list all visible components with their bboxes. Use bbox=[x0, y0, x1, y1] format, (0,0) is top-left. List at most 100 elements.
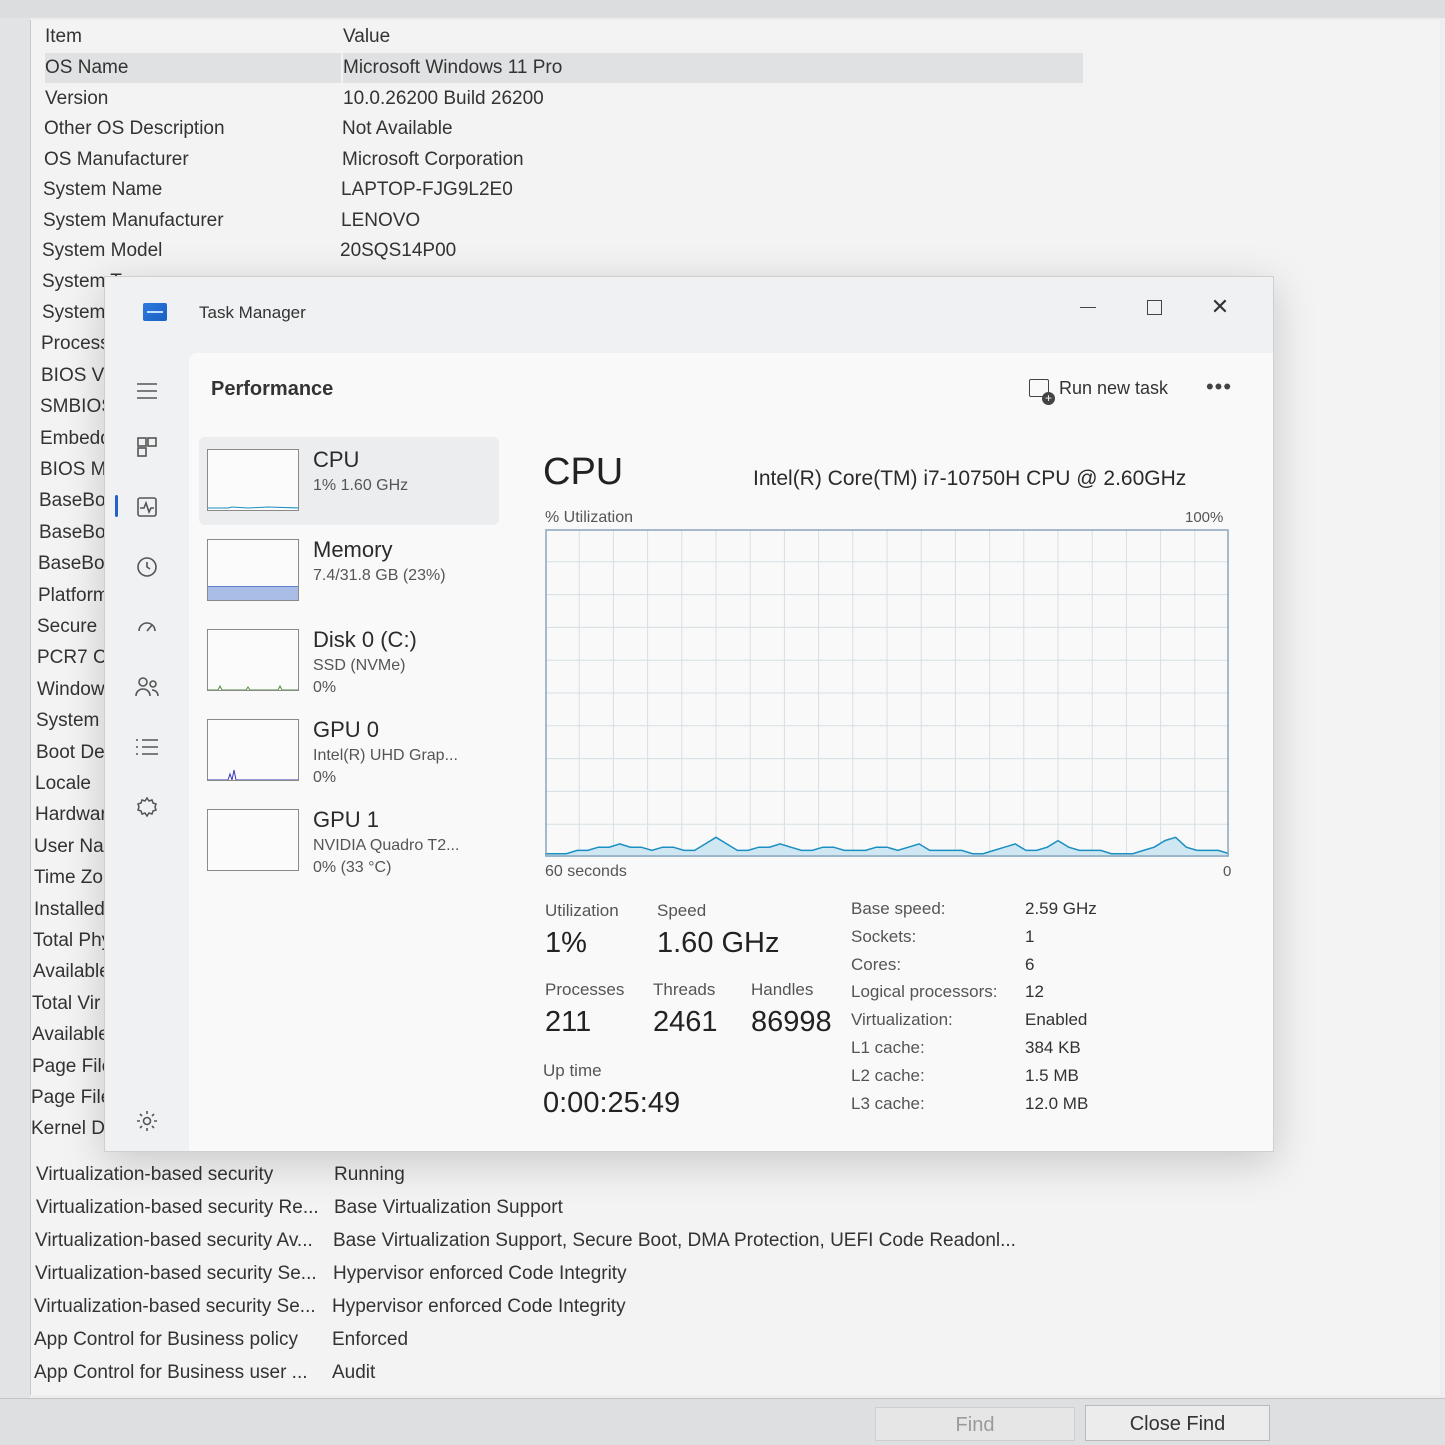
table-row[interactable]: Virtualization-based security Re... Base … bbox=[31, 1193, 1431, 1223]
resource-usage: 1% 1.60 GHz bbox=[313, 477, 409, 494]
column-header-item[interactable]: Item bbox=[45, 22, 341, 52]
close-button[interactable]: ✕ bbox=[1187, 287, 1253, 327]
resource-item-memory[interactable]: Memory 7.4/31.8 GB (23%) bbox=[199, 527, 499, 615]
spec-label: Cores: bbox=[851, 954, 902, 974]
table-row[interactable]: App Control for Business user ... Audit bbox=[31, 1358, 1431, 1388]
window-top-frame bbox=[0, 0, 1445, 18]
row-item: System Manufacturer bbox=[43, 209, 224, 231]
table-row[interactable]: Virtualization-based security Running bbox=[31, 1160, 1431, 1190]
threads-value: 2461 bbox=[653, 1006, 718, 1038]
maximize-icon bbox=[1146, 300, 1162, 316]
services-icon[interactable] bbox=[129, 789, 165, 825]
table-row[interactable]: Version 10.0.26200 Build 26200 bbox=[31, 84, 1431, 114]
maximize-button[interactable] bbox=[1121, 287, 1187, 327]
resource-name: Disk 0 (C:) bbox=[313, 627, 417, 652]
row-item: App Control for Business user ... bbox=[34, 1362, 308, 1383]
spec-value: 384 KB bbox=[1025, 1038, 1081, 1057]
uptime-value: 0:00:25:49 bbox=[543, 1087, 681, 1119]
resource-item-disk[interactable]: Disk 0 (C:) SSD (NVMe) 0% bbox=[199, 617, 499, 705]
users-icon[interactable] bbox=[129, 669, 165, 705]
window-title: Task Manager bbox=[199, 303, 306, 322]
row-value: 10.0.26200 Build 26200 bbox=[343, 87, 544, 109]
row-value: 20SQS14P00 bbox=[340, 240, 457, 261]
spec-label: Virtualization: bbox=[851, 1010, 953, 1030]
column-header-value[interactable]: Value bbox=[343, 22, 1083, 52]
app-history-icon[interactable] bbox=[129, 549, 165, 585]
find-bar: Find Close Find bbox=[0, 1398, 1445, 1445]
resource-item-cpu[interactable]: CPU 1% 1.60 GHz bbox=[199, 437, 499, 525]
cpu-model-name: Intel(R) Core(TM) i7-10750H CPU @ 2.60GH… bbox=[753, 467, 1187, 490]
title-bar[interactable]: Task Manager ✕ bbox=[105, 277, 1273, 351]
table-row[interactable]: Virtualization-based security Av... Base … bbox=[31, 1226, 1431, 1256]
run-task-icon bbox=[1029, 379, 1055, 405]
spec-label: L1 cache: bbox=[851, 1038, 925, 1057]
row-item: System Model bbox=[42, 240, 163, 261]
table-header: Item Value bbox=[31, 22, 1431, 52]
spec-label: L3 cache: bbox=[851, 1093, 925, 1113]
performance-icon[interactable] bbox=[115, 489, 165, 525]
spec-value: 2.59 GHz bbox=[1025, 899, 1097, 918]
table-row[interactable]: OS Manufacturer Microsoft Corporation bbox=[31, 145, 1431, 175]
row-value: Base Virtualization Support, Secure Boot… bbox=[333, 1230, 1016, 1251]
minimize-icon bbox=[1080, 307, 1096, 309]
row-item: Virtualization-based security Se... bbox=[35, 1263, 317, 1284]
startup-apps-icon[interactable] bbox=[129, 609, 165, 645]
speed-value: 1.60 GHz bbox=[657, 927, 780, 959]
more-options-button[interactable]: ••• bbox=[1199, 367, 1239, 407]
graph-grid bbox=[545, 529, 1229, 857]
graph-x-label: 60 seconds bbox=[545, 863, 627, 880]
spec-value: 1 bbox=[1025, 926, 1035, 946]
memory-usage-fill bbox=[208, 586, 298, 600]
resource-item-gpu0[interactable]: GPU 0 Intel(R) UHD Grap... 0% bbox=[199, 707, 499, 795]
row-item: Virtualization-based security Se... bbox=[34, 1296, 316, 1317]
resource-item-gpu1[interactable]: GPU 1 NVIDIA Quadro T2... 0% (33 °C) bbox=[199, 797, 499, 885]
resource-name: CPU bbox=[313, 447, 360, 472]
table-row[interactable]: System Model 20SQS14P00 bbox=[31, 236, 1431, 266]
processes-icon[interactable] bbox=[129, 429, 165, 465]
resource-name: GPU 1 bbox=[313, 807, 380, 832]
resource-adapter: NVIDIA Quadro T2... bbox=[313, 837, 460, 854]
row-value: Hypervisor enforced Code Integrity bbox=[332, 1296, 626, 1317]
gpu1-thumbnail-graph bbox=[207, 809, 299, 871]
table-row[interactable]: System Name LAPTOP-FJG9L2E0 bbox=[31, 175, 1431, 205]
row-value: LENOVO bbox=[341, 209, 421, 231]
resource-name: GPU 0 bbox=[313, 717, 380, 742]
find-button[interactable]: Find bbox=[875, 1407, 1075, 1441]
tree-pane-edge bbox=[0, 18, 30, 1398]
handles-label: Handles bbox=[751, 980, 814, 999]
row-item: Virtualization-based security Av... bbox=[35, 1230, 313, 1251]
row-item: App Control for Business policy bbox=[34, 1329, 299, 1350]
hamburger-icon[interactable] bbox=[129, 373, 165, 409]
threads-label: Threads bbox=[653, 980, 716, 999]
spec-value: 12.0 MB bbox=[1025, 1093, 1089, 1113]
row-value: Audit bbox=[332, 1362, 376, 1383]
row-value: Running bbox=[334, 1164, 405, 1185]
disk-thumbnail-graph bbox=[207, 629, 299, 691]
settings-icon[interactable] bbox=[129, 1103, 165, 1139]
table-row[interactable]: Other OS Description Not Available bbox=[31, 114, 1431, 144]
spec-label: Base speed: bbox=[851, 899, 946, 918]
run-new-task-button[interactable]: Run new task bbox=[1017, 367, 1180, 409]
speed-label: Speed bbox=[657, 901, 707, 920]
graph-y-max: 100% bbox=[1185, 509, 1224, 526]
processes-label: Processes bbox=[545, 980, 625, 999]
table-row[interactable]: Virtualization-based security Se... Hyper… bbox=[31, 1259, 1431, 1289]
row-value: Hypervisor enforced Code Integrity bbox=[333, 1263, 627, 1284]
close-find-button[interactable]: Close Find bbox=[1085, 1405, 1270, 1441]
table-row[interactable]: System Manufacturer LENOVO bbox=[31, 206, 1431, 236]
handles-value: 86998 bbox=[751, 1006, 832, 1038]
resource-type: SSD (NVMe) bbox=[313, 657, 406, 674]
table-row[interactable]: App Control for Business policy Enforced bbox=[31, 1325, 1431, 1355]
task-manager-window: Task Manager ✕ Performance + Run new tas… bbox=[104, 276, 1274, 1152]
details-icon[interactable] bbox=[129, 729, 165, 765]
spec-label: Logical processors: bbox=[851, 982, 998, 1002]
row-value: Microsoft Windows 11 Pro bbox=[343, 53, 1083, 83]
resource-adapter: Intel(R) UHD Grap... bbox=[313, 747, 458, 764]
table-row[interactable]: Virtualization-based security Se... Hyper… bbox=[31, 1292, 1431, 1322]
resource-name: Memory bbox=[313, 537, 393, 562]
spec-value: 1.5 MB bbox=[1025, 1065, 1079, 1085]
minimize-button[interactable] bbox=[1055, 287, 1121, 327]
table-row[interactable]: OS Name Microsoft Windows 11 Pro bbox=[31, 53, 1431, 83]
row-value: Enforced bbox=[332, 1329, 409, 1350]
row-value: Base Virtualization Support bbox=[334, 1197, 563, 1218]
